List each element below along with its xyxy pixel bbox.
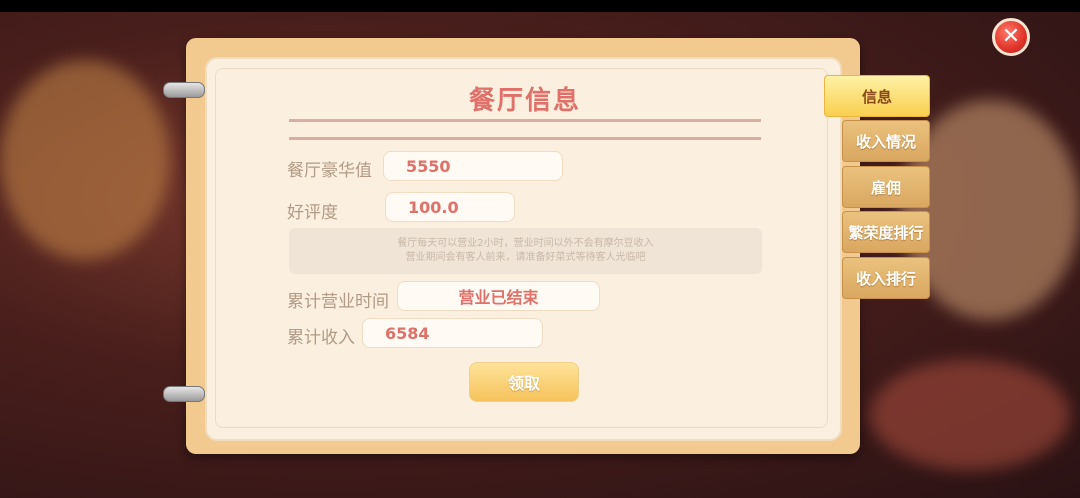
close-icon: ✕ [1001,24,1021,49]
business-time-label: 累计营业时间 [287,292,389,312]
page-title: 餐厅信息 [468,86,581,116]
luxury-value: 5550 [383,151,563,181]
background-light [0,60,170,260]
title-divider-bottom [289,137,761,140]
notice-line-2: 营业期间会有客人前来，请准备好菜式等待客人光临吧 [405,252,646,263]
rating-value: 100.0 [385,192,515,222]
tab-income[interactable]: 收入情况 [842,120,930,162]
business-notice: 餐厅每天可以营业2小时，营业时间以外不会有摩尔豆收入 营业期间会有客人前来，请准… [289,228,762,274]
claim-button[interactable]: 领取 [469,362,579,402]
background-light [870,360,1070,470]
tab-hire[interactable]: 雇佣 [842,166,930,208]
luxury-label: 餐厅豪华值 [287,161,372,181]
rating-label: 好评度 [287,203,338,223]
tab-income-rank[interactable]: 收入排行 [842,257,930,299]
income-value: 6584 [362,318,543,348]
tab-info[interactable]: 信息 [824,75,930,117]
tab-prosperity-rank[interactable]: 繁荣度排行 [842,211,930,253]
notice-line-1: 餐厅每天可以营业2小时，营业时间以外不会有摩尔豆收入 [397,238,654,249]
business-time-value: 营业已结束 [397,281,600,311]
close-button[interactable]: ✕ [992,18,1030,56]
status-bar [0,0,1080,12]
binder-ring-bottom [163,386,205,402]
income-label: 累计收入 [287,328,355,348]
binder-ring-top [163,82,205,98]
title-divider-top [289,119,761,122]
